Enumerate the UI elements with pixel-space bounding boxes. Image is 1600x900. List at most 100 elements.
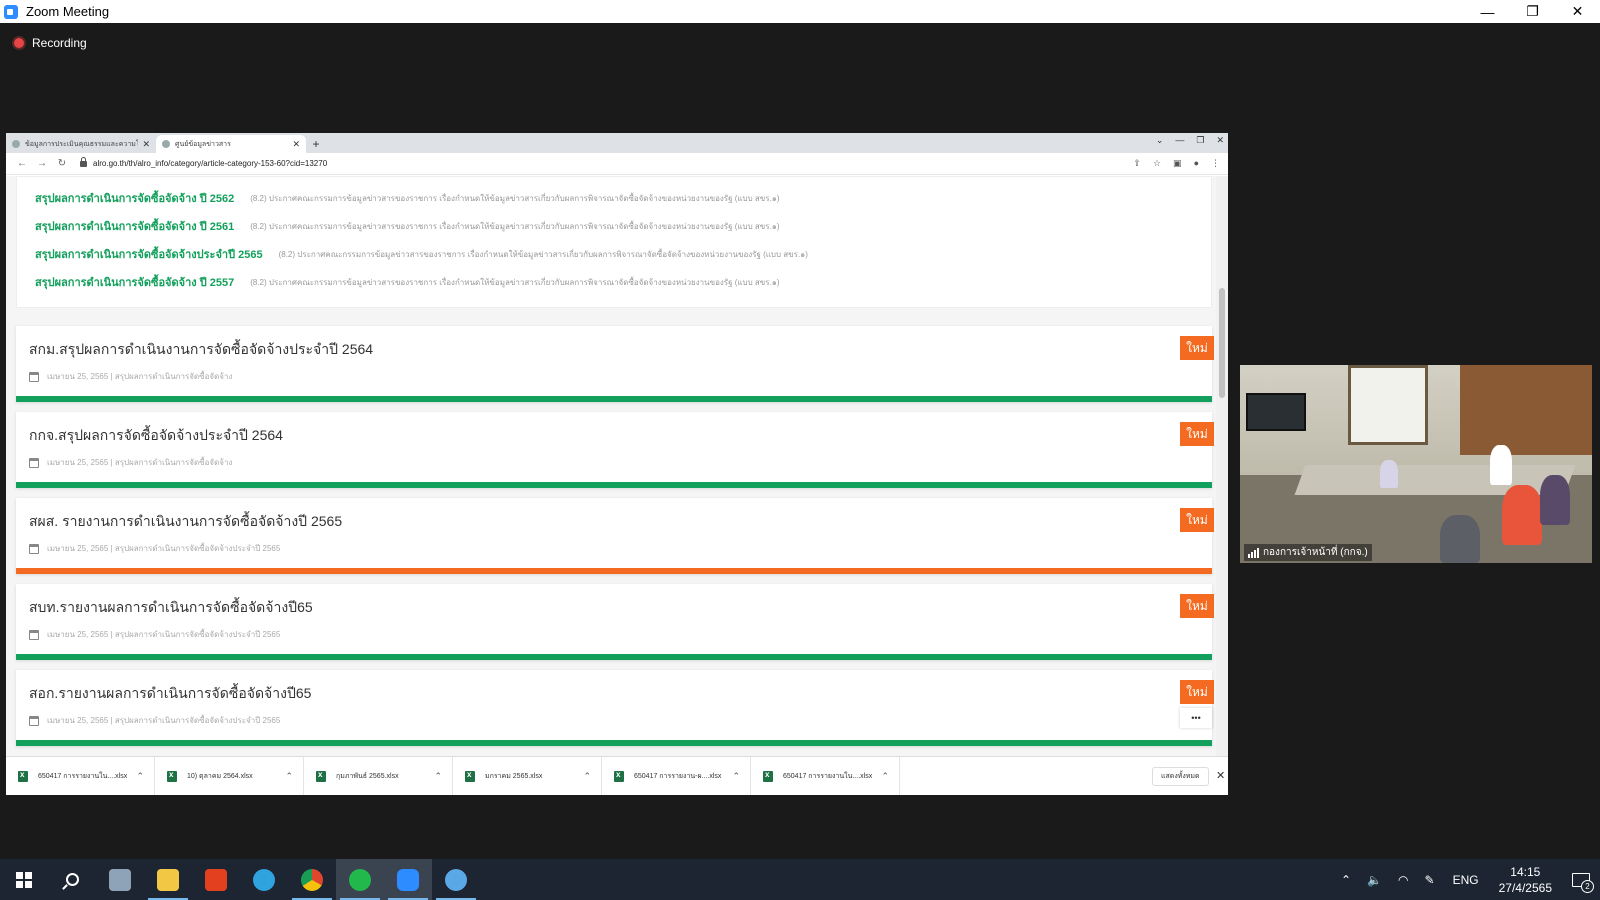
taskbar-line[interactable] (336, 859, 384, 900)
download-item[interactable]: กุมภาพันธ์ 2565.xlsx ⌃ (304, 756, 453, 795)
browser-tab-active[interactable]: ศูนย์ข้อมูลข่าวสาร ✕ (156, 135, 306, 153)
list-item[interactable]: สรุปผลการดำเนินการจัดซื้อจัดจ้าง ปี 2557… (35, 273, 780, 291)
sidepanel-icon[interactable]: ▣ (1173, 158, 1182, 169)
close-button[interactable]: ✕ (1555, 0, 1600, 23)
show-all-button[interactable]: แสดงทั้งหมด (1152, 767, 1209, 786)
shared-browser-window: ข้อมูลการประเมินคุณธรรมและความโปร่งใส ✕ … (6, 133, 1228, 795)
browser-minimize-icon[interactable]: — (1175, 135, 1184, 146)
link-title[interactable]: สรุปผลการดำเนินการจัดซื้อจัดจ้าง ปี 2562 (35, 189, 234, 207)
menu-icon[interactable]: ⋮ (1211, 158, 1220, 169)
participant-video[interactable]: กองการเจ้าหน้าที่ (กกจ.) (1240, 365, 1592, 563)
excel-file-icon (18, 770, 28, 782)
new-badge: ใหม่ (1180, 508, 1214, 532)
card-title[interactable]: สผส. รายงานการดำเนินงานการจัดซื้อจัดจ้าง… (29, 511, 342, 533)
article-card[interactable]: สอก.รายงานผลการดำเนินการจัดซื้อจัดจ้างปี… (16, 670, 1214, 746)
profile-icon[interactable]: ● (1194, 158, 1199, 169)
share-icon[interactable]: ⇪ (1133, 158, 1141, 169)
taskbar-edge[interactable] (240, 859, 288, 900)
link-desc: (8.2) ประกาศคณะกรรมการข้อมูลข่าวสารของรา… (250, 193, 780, 203)
article-card[interactable]: กกจ.สรุปผลการจัดซื้อจัดจ้างประจำปี 2564 … (16, 412, 1214, 488)
video-tv (1246, 393, 1306, 431)
browser-tab[interactable]: ข้อมูลการประเมินคุณธรรมและความโปร่งใส ✕ (6, 135, 156, 153)
link-title[interactable]: สรุปผลการดำเนินการจัดซื้อจัดจ้าง ปี 2557 (35, 273, 234, 291)
volume-icon[interactable]: 🔈 (1367, 873, 1382, 887)
more-button[interactable]: ••• (1180, 708, 1212, 728)
download-item[interactable]: มกราคม 2565.xlsx ⌃ (453, 756, 602, 795)
taskbar-paint[interactable] (432, 859, 480, 900)
video-person (1380, 460, 1398, 488)
list-item[interactable]: สรุปผลการดำเนินการจัดซื้อจัดจ้าง ปี 2561… (35, 217, 780, 235)
taskbar-file-explorer[interactable] (144, 859, 192, 900)
tab-search-icon[interactable]: ⌄ (1156, 135, 1164, 146)
chevron-up-icon[interactable]: ⌃ (285, 771, 293, 782)
pen-icon[interactable]: ✎ (1425, 873, 1435, 887)
taskbar-office[interactable] (192, 859, 240, 900)
list-item[interactable]: สรุปผลการดำเนินการจัดซื้อจัดจ้างประจำปี … (35, 245, 808, 263)
card-accent-bar (16, 740, 1212, 746)
new-badge: ใหม่ (1180, 336, 1214, 360)
reload-icon[interactable]: ↻ (54, 158, 70, 169)
notification-button[interactable]: 2 (1562, 859, 1600, 900)
taskbar-zoom[interactable] (384, 859, 432, 900)
download-filename: 650417 การรายงานใน....xlsx (783, 772, 873, 780)
taskbar-app[interactable] (96, 859, 144, 900)
card-title[interactable]: สกม.สรุปผลการดำเนินงานการจัดซื้อจัดจ้างป… (29, 339, 373, 361)
system-tray: ⌃ 🔈 ◠ ✎ ENG 14:15 27/4/2565 2 (1333, 859, 1600, 900)
browser-window-controls: ⌄ — ❐ ✕ (1156, 135, 1224, 146)
scroll-thumb[interactable] (1219, 288, 1225, 398)
chevron-up-icon[interactable]: ⌃ (881, 771, 889, 782)
card-title[interactable]: สบท.รายงานผลการดำเนินการจัดซื้อจัดจ้างปี… (29, 597, 313, 619)
tab-close-icon[interactable]: ✕ (142, 139, 150, 150)
download-filename: 650417 การรายงาน-ผ....xlsx (634, 772, 722, 780)
new-tab-icon[interactable]: + (306, 135, 326, 153)
chevron-up-icon[interactable]: ⌃ (732, 771, 740, 782)
bookmark-star-icon[interactable]: ☆ (1153, 158, 1161, 169)
article-card[interactable]: สกม.สรุปผลการดำเนินงานการจัดซื้อจัดจ้างป… (16, 326, 1214, 402)
card-title[interactable]: กกจ.สรุปผลการจัดซื้อจัดจ้างประจำปี 2564 (29, 425, 283, 447)
link-title[interactable]: สรุปผลการดำเนินการจัดซื้อจัดจ้างประจำปี … (35, 245, 263, 263)
minimize-button[interactable]: — (1465, 0, 1510, 23)
article-card[interactable]: สบท.รายงานผลการดำเนินการจัดซื้อจัดจ้างปี… (16, 584, 1214, 660)
wifi-icon[interactable]: ◠ (1398, 873, 1408, 887)
zoom-logo-icon (4, 4, 18, 19)
link-title[interactable]: สรุปผลการดำเนินการจัดซื้อจัดจ้าง ปี 2561 (35, 217, 234, 235)
start-button[interactable] (0, 859, 48, 900)
close-icon[interactable]: ✕ (1216, 769, 1225, 782)
participant-name-label: กองการเจ้าหน้าที่ (กกจ.) (1244, 544, 1372, 561)
forward-icon[interactable]: → (34, 158, 50, 169)
download-item[interactable]: 650417 การรายงานใน....xlsx ⌃ (6, 756, 155, 795)
chevron-up-icon[interactable]: ⌃ (136, 771, 144, 782)
favicon-icon (162, 140, 170, 148)
page-scrollbar[interactable] (1216, 176, 1228, 756)
address-bar[interactable]: alro.go.th/th/alro_info/category/article… (80, 156, 1133, 172)
card-meta-text: เมษายน 25, 2565 | สรุปผลการดำเนินการจัดซ… (47, 458, 233, 467)
tab-close-icon[interactable]: ✕ (292, 139, 300, 150)
paint-icon (445, 868, 467, 891)
video-person (1540, 475, 1570, 525)
article-card[interactable]: สผส. รายงานการดำเนินงานการจัดซื้อจัดจ้าง… (16, 498, 1214, 574)
recording-indicator[interactable]: Recording (14, 36, 87, 50)
chevron-up-icon[interactable]: ⌃ (434, 771, 442, 782)
taskbar-search[interactable] (48, 859, 96, 900)
restore-button[interactable]: ❐ (1510, 0, 1555, 23)
language-indicator[interactable]: ENG (1453, 873, 1479, 887)
back-icon[interactable]: ← (14, 158, 30, 169)
edge-icon (253, 868, 275, 891)
download-item[interactable]: 10) ตุลาคม 2564.xlsx ⌃ (155, 756, 304, 795)
download-filename: 650417 การรายงานใน....xlsx (38, 772, 128, 780)
chevron-up-icon[interactable]: ⌃ (1341, 873, 1351, 887)
browser-close-icon[interactable]: ✕ (1216, 135, 1224, 146)
download-item[interactable]: 650417 การรายงาน-ผ....xlsx ⌃ (602, 756, 751, 795)
excel-file-icon (465, 770, 475, 782)
taskbar-chrome[interactable] (288, 859, 336, 900)
browser-restore-icon[interactable]: ❐ (1196, 135, 1204, 146)
window-controls: — ❐ ✕ (1465, 0, 1600, 23)
tab-label: ข้อมูลการประเมินคุณธรรมและความโปร่งใส (25, 140, 139, 148)
list-item[interactable]: สรุปผลการดำเนินการจัดซื้อจัดจ้าง ปี 2562… (35, 189, 780, 207)
card-accent-bar (16, 482, 1212, 488)
card-title[interactable]: สอก.รายงานผลการดำเนินการจัดซื้อจัดจ้างปี… (29, 683, 311, 705)
clock[interactable]: 14:15 27/4/2565 (1499, 864, 1552, 896)
participant-name: กองการเจ้าหน้าที่ (กกจ.) (1263, 547, 1368, 558)
download-item[interactable]: 650417 การรายงานใน....xlsx ⌃ (751, 756, 900, 795)
chevron-up-icon[interactable]: ⌃ (583, 771, 591, 782)
